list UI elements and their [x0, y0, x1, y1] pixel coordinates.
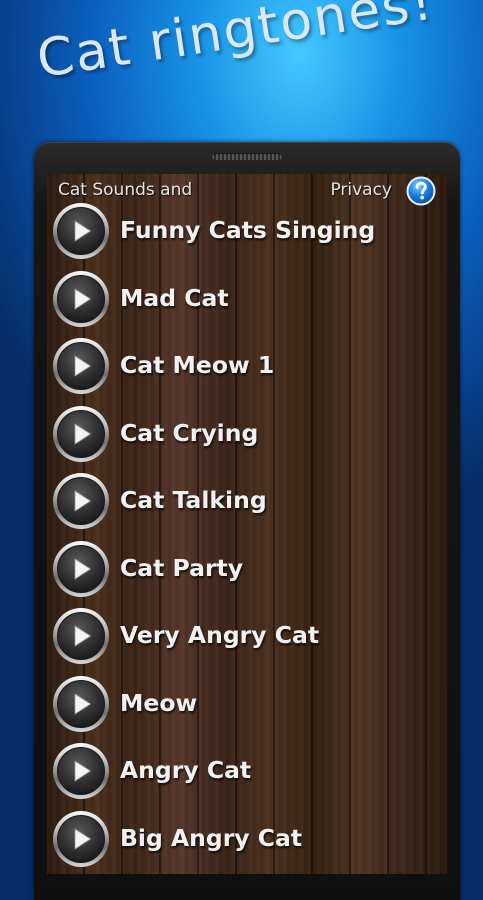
play-icon[interactable]: [52, 270, 110, 328]
ringtone-list-item[interactable]: Meow: [47, 671, 447, 739]
ringtone-title: Cat Talking: [120, 486, 267, 514]
privacy-link[interactable]: Privacy: [330, 180, 392, 200]
ringtone-title: Cat Party: [120, 553, 244, 582]
ringtone-title: Cat Meow 1: [120, 351, 275, 379]
play-icon[interactable]: [52, 405, 110, 463]
ringtone-title: Cat Crying: [120, 418, 259, 447]
ringtone-title: Meow: [120, 688, 198, 717]
ringtone-title: Very Angry Cat: [120, 621, 320, 649]
play-icon[interactable]: [52, 675, 110, 733]
banner-title: Cat ringtones!: [33, 0, 438, 90]
app-screen: Cat Sounds and Privacy Funny Cats Singin…: [47, 174, 447, 874]
ringtone-list-item[interactable]: Cat Meow 1: [47, 333, 447, 401]
ringtone-list-item[interactable]: Cat Party: [47, 536, 447, 604]
ringtone-list-item[interactable]: Funny Cats Singing: [47, 198, 447, 266]
play-icon[interactable]: [52, 202, 110, 260]
ringtone-list-item[interactable]: Angry Cat: [47, 738, 447, 806]
ringtone-title: Funny Cats Singing: [120, 216, 376, 244]
ringtone-list-item[interactable]: Mad Cat: [47, 266, 447, 334]
play-icon[interactable]: [52, 337, 110, 395]
app-title-label: Cat Sounds and: [58, 180, 193, 200]
ringtone-list-item[interactable]: Cat Talking: [47, 468, 447, 536]
promo-banner: Cat ringtones!: [0, 0, 483, 150]
play-icon[interactable]: [52, 607, 110, 665]
phone-frame: Cat Sounds and Privacy Funny Cats Singin…: [34, 142, 460, 900]
ringtone-list: Funny Cats Singing Mad Cat Cat Meow 1 Ca…: [47, 198, 447, 873]
ringtone-list-item[interactable]: Very Angry Cat: [47, 603, 447, 671]
ringtone-list-item[interactable]: Big Angry Cat: [47, 806, 447, 874]
ringtone-title: Angry Cat: [120, 756, 252, 784]
play-icon[interactable]: [52, 742, 110, 800]
ringtone-title: Big Angry Cat: [120, 823, 303, 852]
ringtone-title: Mad Cat: [120, 283, 229, 312]
ringtone-list-item[interactable]: Cat Crying: [47, 401, 447, 469]
play-icon[interactable]: [52, 472, 110, 530]
play-icon[interactable]: [52, 810, 110, 868]
phone-speaker-grille: [212, 153, 282, 160]
play-icon[interactable]: [52, 540, 110, 598]
